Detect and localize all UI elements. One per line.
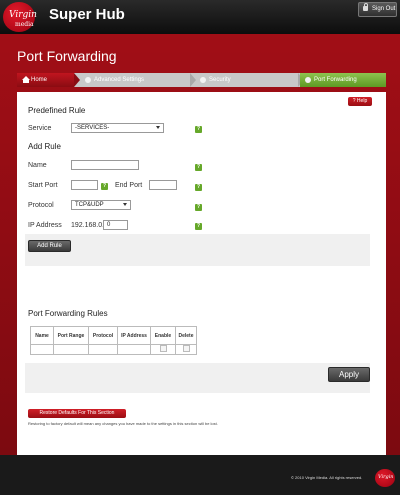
protocol-help-icon[interactable]: ? [195,204,202,211]
help-button[interactable]: ? Help [348,97,372,106]
predefined-rule-heading: Predefined Rule [28,106,86,115]
protocol-select[interactable]: TCP&UDP [71,200,131,210]
virgin-media-footer-logo: Virgin [375,469,395,487]
lock-icon [363,3,368,11]
start-port-help-icon[interactable]: ? [101,183,108,190]
settings-panel: ? Help Predefined Rule Service -SERVICES… [17,92,386,489]
footer-logo-lettering: Virgin [378,474,394,480]
apply-footer [25,363,370,393]
enable-checkbox[interactable] [159,345,167,352]
start-port-label: Start Port [28,182,58,189]
breadcrumb-home[interactable]: Home [17,73,74,87]
end-port-help-icon[interactable]: ? [195,184,202,191]
column-delete: Delete [175,326,197,345]
column-port-range: Port Range [53,326,89,345]
end-port-input[interactable] [149,180,177,190]
chevron-down-icon [156,126,160,129]
top-bar: Virgin media Super Hub Sign Out [0,0,400,34]
restore-defaults-note: Restoring to factory default will mean a… [28,421,218,426]
column-protocol: Protocol [88,326,118,345]
rules-heading: Port Forwarding Rules [28,309,108,318]
footer: © 2010 Virgin Media. All rights reserved… [0,455,400,495]
home-icon [22,76,30,83]
breadcrumb: Home Advanced Settings Security Port For… [17,73,386,87]
gear-icon [305,77,311,83]
sign-out-label: Sign Out [372,6,396,12]
gear-icon [85,77,91,83]
add-rule-button[interactable]: Add Rule [28,240,71,252]
table-row [30,344,197,355]
sign-out-button[interactable]: Sign Out [358,2,397,17]
breadcrumb-security[interactable]: Security [195,73,298,87]
service-select[interactable]: -SERVICES- [71,123,164,133]
apply-button[interactable]: Apply [328,367,370,382]
end-port-label: End Port [115,182,143,189]
ip-prefix: 192.168.0. [71,222,105,229]
gear-icon [200,77,206,83]
copyright-text: © 2010 Virgin Media. All rights reserved… [291,475,363,480]
add-rule-footer [25,234,370,266]
logo-lettering: Virgin media [9,10,37,29]
table-header-row: Name Port Range Protocol IP Address Enab… [30,326,197,345]
restore-defaults-button[interactable]: Restore Defaults For This Section [28,409,126,418]
column-ip-address: IP Address [117,326,151,345]
virgin-media-logo: Virgin media [3,2,37,32]
ip-address-label: IP Address [28,222,62,229]
service-help-icon[interactable]: ? [195,126,202,133]
column-enable: Enable [150,326,176,345]
ip-address-help-icon[interactable]: ? [195,223,202,230]
page-title: Port Forwarding [17,48,117,64]
start-port-input[interactable] [71,180,98,190]
name-input[interactable] [71,160,139,170]
delete-checkbox[interactable] [182,345,190,352]
protocol-label: Protocol [28,202,54,209]
breadcrumb-port-forwarding[interactable]: Port Forwarding [300,73,386,87]
service-label: Service [28,125,52,132]
column-name: Name [30,326,54,345]
chevron-down-icon [123,203,127,206]
port-forwarding-rules-table: Name Port Range Protocol IP Address Enab… [30,326,197,355]
app-title: Super Hub [49,6,125,23]
super-hub-page: Virgin media Super Hub Sign Out Port For… [0,0,400,495]
breadcrumb-advanced-settings[interactable]: Advanced Settings [80,73,190,87]
name-label: Name [28,162,47,169]
name-help-icon[interactable]: ? [195,164,202,171]
ip-last-octet-input[interactable]: 0 [103,220,128,230]
add-rule-heading: Add Rule [28,142,61,151]
content-frame: Port Forwarding Home Advanced Settings S… [0,34,400,489]
